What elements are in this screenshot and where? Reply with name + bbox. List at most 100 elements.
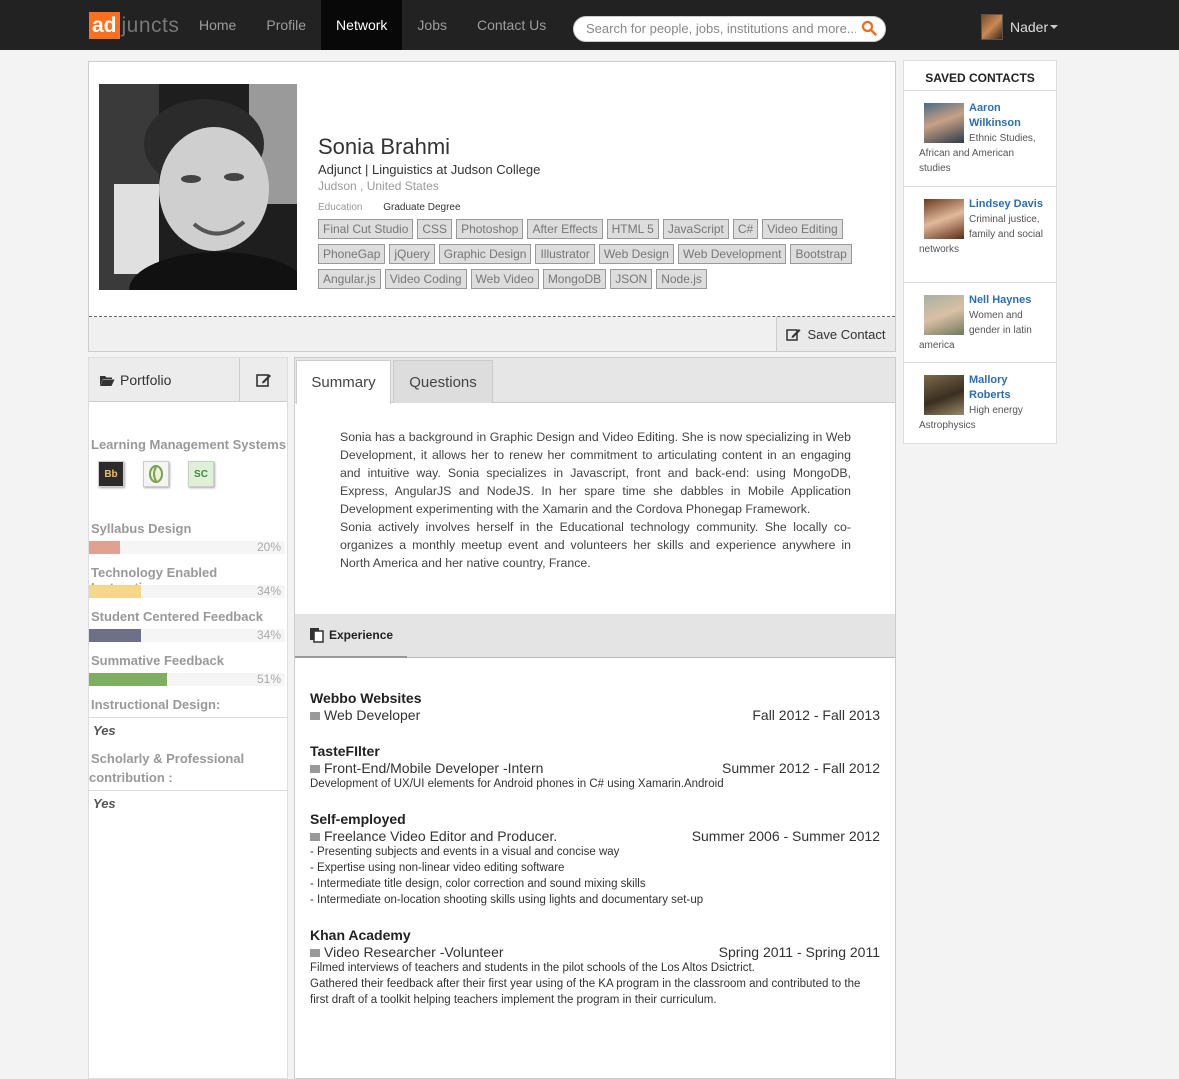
job-role-label: Video Researcher -Volunteer xyxy=(324,944,504,960)
portfolio-header: Portfolio xyxy=(89,358,287,402)
job-description: - Intermediate title design, color corre… xyxy=(310,878,646,890)
search-icon[interactable] xyxy=(861,20,877,36)
skill-tags: Final Cut Studio CSS Photoshop After Eff… xyxy=(318,219,858,294)
briefcase-icon xyxy=(310,712,320,720)
scholarly-value: Yes xyxy=(93,796,116,811)
profile-name: Sonia Brahmi xyxy=(318,134,451,159)
saved-contact[interactable]: Nell Haynes Women and gender in latin am… xyxy=(904,283,1056,363)
folder-open-icon xyxy=(100,375,115,386)
skill-tag[interactable]: Web Video xyxy=(470,269,539,289)
skill-tag[interactable]: Final Cut Studio xyxy=(318,219,414,239)
job-role: Web Developer xyxy=(310,707,420,723)
nav-network[interactable]: Network xyxy=(321,0,403,50)
job-role-label: Front-End/Mobile Developer -Intern xyxy=(324,760,544,776)
skill-percent: 34% xyxy=(256,628,281,642)
sakai-icon[interactable]: SC xyxy=(188,461,214,487)
job-dates: Fall 2012 - Fall 2013 xyxy=(752,707,880,723)
job-company: Self-employed xyxy=(310,811,406,827)
profile-action-bar: Save Contact xyxy=(89,317,895,351)
skill-tag[interactable]: Web Development xyxy=(677,244,787,264)
skill-progress-bar xyxy=(89,541,285,554)
skill-tag[interactable]: CSS xyxy=(417,219,453,239)
nav-profile[interactable]: Profile xyxy=(251,0,321,50)
portfolio-edit-button[interactable] xyxy=(239,358,287,401)
job-role-label: Web Developer xyxy=(324,707,421,723)
skill-tag[interactable]: C# xyxy=(732,219,759,239)
summary-text: Sonia has a background in Graphic Design… xyxy=(340,428,851,572)
portfolio-title[interactable]: Portfolio xyxy=(99,372,171,388)
job-description: Filmed interviews of teachers and studen… xyxy=(310,962,755,974)
user-menu[interactable]: Nader xyxy=(981,14,1059,40)
education-label: Education xyxy=(318,202,363,213)
moodle-icon[interactable] xyxy=(143,461,169,487)
adjuncts-logo[interactable]: ad juncts xyxy=(89,12,179,39)
skill-tag[interactable]: jQuery xyxy=(389,244,435,264)
contact-avatar xyxy=(924,375,964,415)
briefcase-icon xyxy=(310,765,320,773)
skill-label: Student Centered Feedback xyxy=(91,609,263,624)
skill-tag[interactable]: Angular.js xyxy=(318,269,381,289)
user-avatar xyxy=(981,14,1003,40)
save-contact-button[interactable]: Save Contact xyxy=(776,317,895,351)
job-role-label: Freelance Video Editor and Producer. xyxy=(324,828,558,844)
saved-contact[interactable]: Lindsey Davis Criminal justice, family a… xyxy=(904,187,1056,283)
skill-tag[interactable]: JavaScript xyxy=(662,219,729,239)
job-company: Webbo Websites xyxy=(310,690,422,706)
profile-title: Adjunct | Linguistics at Judson College xyxy=(318,162,541,177)
profile-header: Sonia Brahmi Adjunct | Linguistics at Ju… xyxy=(88,61,896,352)
edit-icon xyxy=(786,329,801,341)
skill-tag[interactable]: HTML 5 xyxy=(606,219,659,239)
tab-questions[interactable]: Questions xyxy=(393,360,493,403)
profile-location: Judson , United States xyxy=(318,179,439,193)
nav-jobs[interactable]: Jobs xyxy=(402,0,462,50)
skill-tag[interactable]: JSON xyxy=(610,269,653,289)
tab-summary[interactable]: Summary xyxy=(296,360,391,404)
skill-tag[interactable]: Node.js xyxy=(656,269,707,289)
skill-tag[interactable]: Video Editing xyxy=(762,219,843,239)
skill-label: Syllabus Design xyxy=(91,521,192,536)
skill-tag[interactable]: Bootstrap xyxy=(790,244,852,264)
education-value: Graduate Degree xyxy=(383,202,461,213)
portfolio-panel: Portfolio Learning Management Systems Bb… xyxy=(88,357,288,1079)
skill-percent: 51% xyxy=(256,672,281,686)
skill-percent: 34% xyxy=(256,584,281,598)
skill-progress-bar xyxy=(89,585,285,598)
contact-avatar xyxy=(924,295,964,335)
skill-tag[interactable]: Graphic Design xyxy=(438,244,532,264)
skill-bar-fill xyxy=(89,629,141,642)
skill-bar-fill xyxy=(89,541,120,554)
job-role: Front-End/Mobile Developer -Intern xyxy=(310,760,543,776)
briefcase-icon xyxy=(310,833,320,841)
skill-tag[interactable]: Web Design xyxy=(598,244,674,264)
job-entry: Khan Academy Video Researcher -Volunteer… xyxy=(310,927,880,1008)
skill-tag[interactable]: Illustrator xyxy=(535,244,595,264)
nav-links: Home Profile Network Jobs Contact Us xyxy=(184,0,561,50)
scholarly-label-cont: contribution : xyxy=(89,770,173,785)
job-role: Video Researcher -Volunteer xyxy=(310,944,504,960)
saved-contacts-title: SAVED CONTACTS xyxy=(904,61,1056,91)
search-input[interactable] xyxy=(586,21,856,36)
skill-tag[interactable]: PhoneGap xyxy=(318,244,386,264)
job-dates: Summer 2012 - Fall 2012 xyxy=(722,760,880,776)
lms-icons: Bb SC xyxy=(98,461,233,487)
skill-tag[interactable]: After Effects xyxy=(527,219,603,239)
nav-contact-us[interactable]: Contact Us xyxy=(462,0,561,50)
saved-contact[interactable]: Mallory Roberts High energy Astrophysics xyxy=(904,363,1056,443)
briefcase-icon xyxy=(310,949,320,957)
job-company: Khan Academy xyxy=(310,927,411,943)
saved-contact[interactable]: Aaron Wilkinson Ethnic Studies, African … xyxy=(904,91,1056,187)
nav-home[interactable]: Home xyxy=(184,0,251,50)
lms-label: Learning Management Systems xyxy=(91,437,287,452)
job-dates: Spring 2011 - Spring 2011 xyxy=(718,944,880,960)
blackboard-icon[interactable]: Bb xyxy=(98,461,124,487)
search-box xyxy=(573,16,886,42)
caret-down-icon xyxy=(1050,25,1059,29)
job-role-row: Front-End/Mobile Developer -Intern Summe… xyxy=(310,760,880,776)
skill-tag[interactable]: Photoshop xyxy=(456,219,524,239)
experience-header: Experience xyxy=(295,614,895,658)
skill-tag[interactable]: MongoDB xyxy=(542,269,607,289)
skill-tag[interactable]: Video Coding xyxy=(384,269,467,289)
experience-title-label: Experience xyxy=(329,628,394,642)
job-description: - Expertise using non-linear video editi… xyxy=(310,862,565,874)
divider xyxy=(89,790,287,791)
